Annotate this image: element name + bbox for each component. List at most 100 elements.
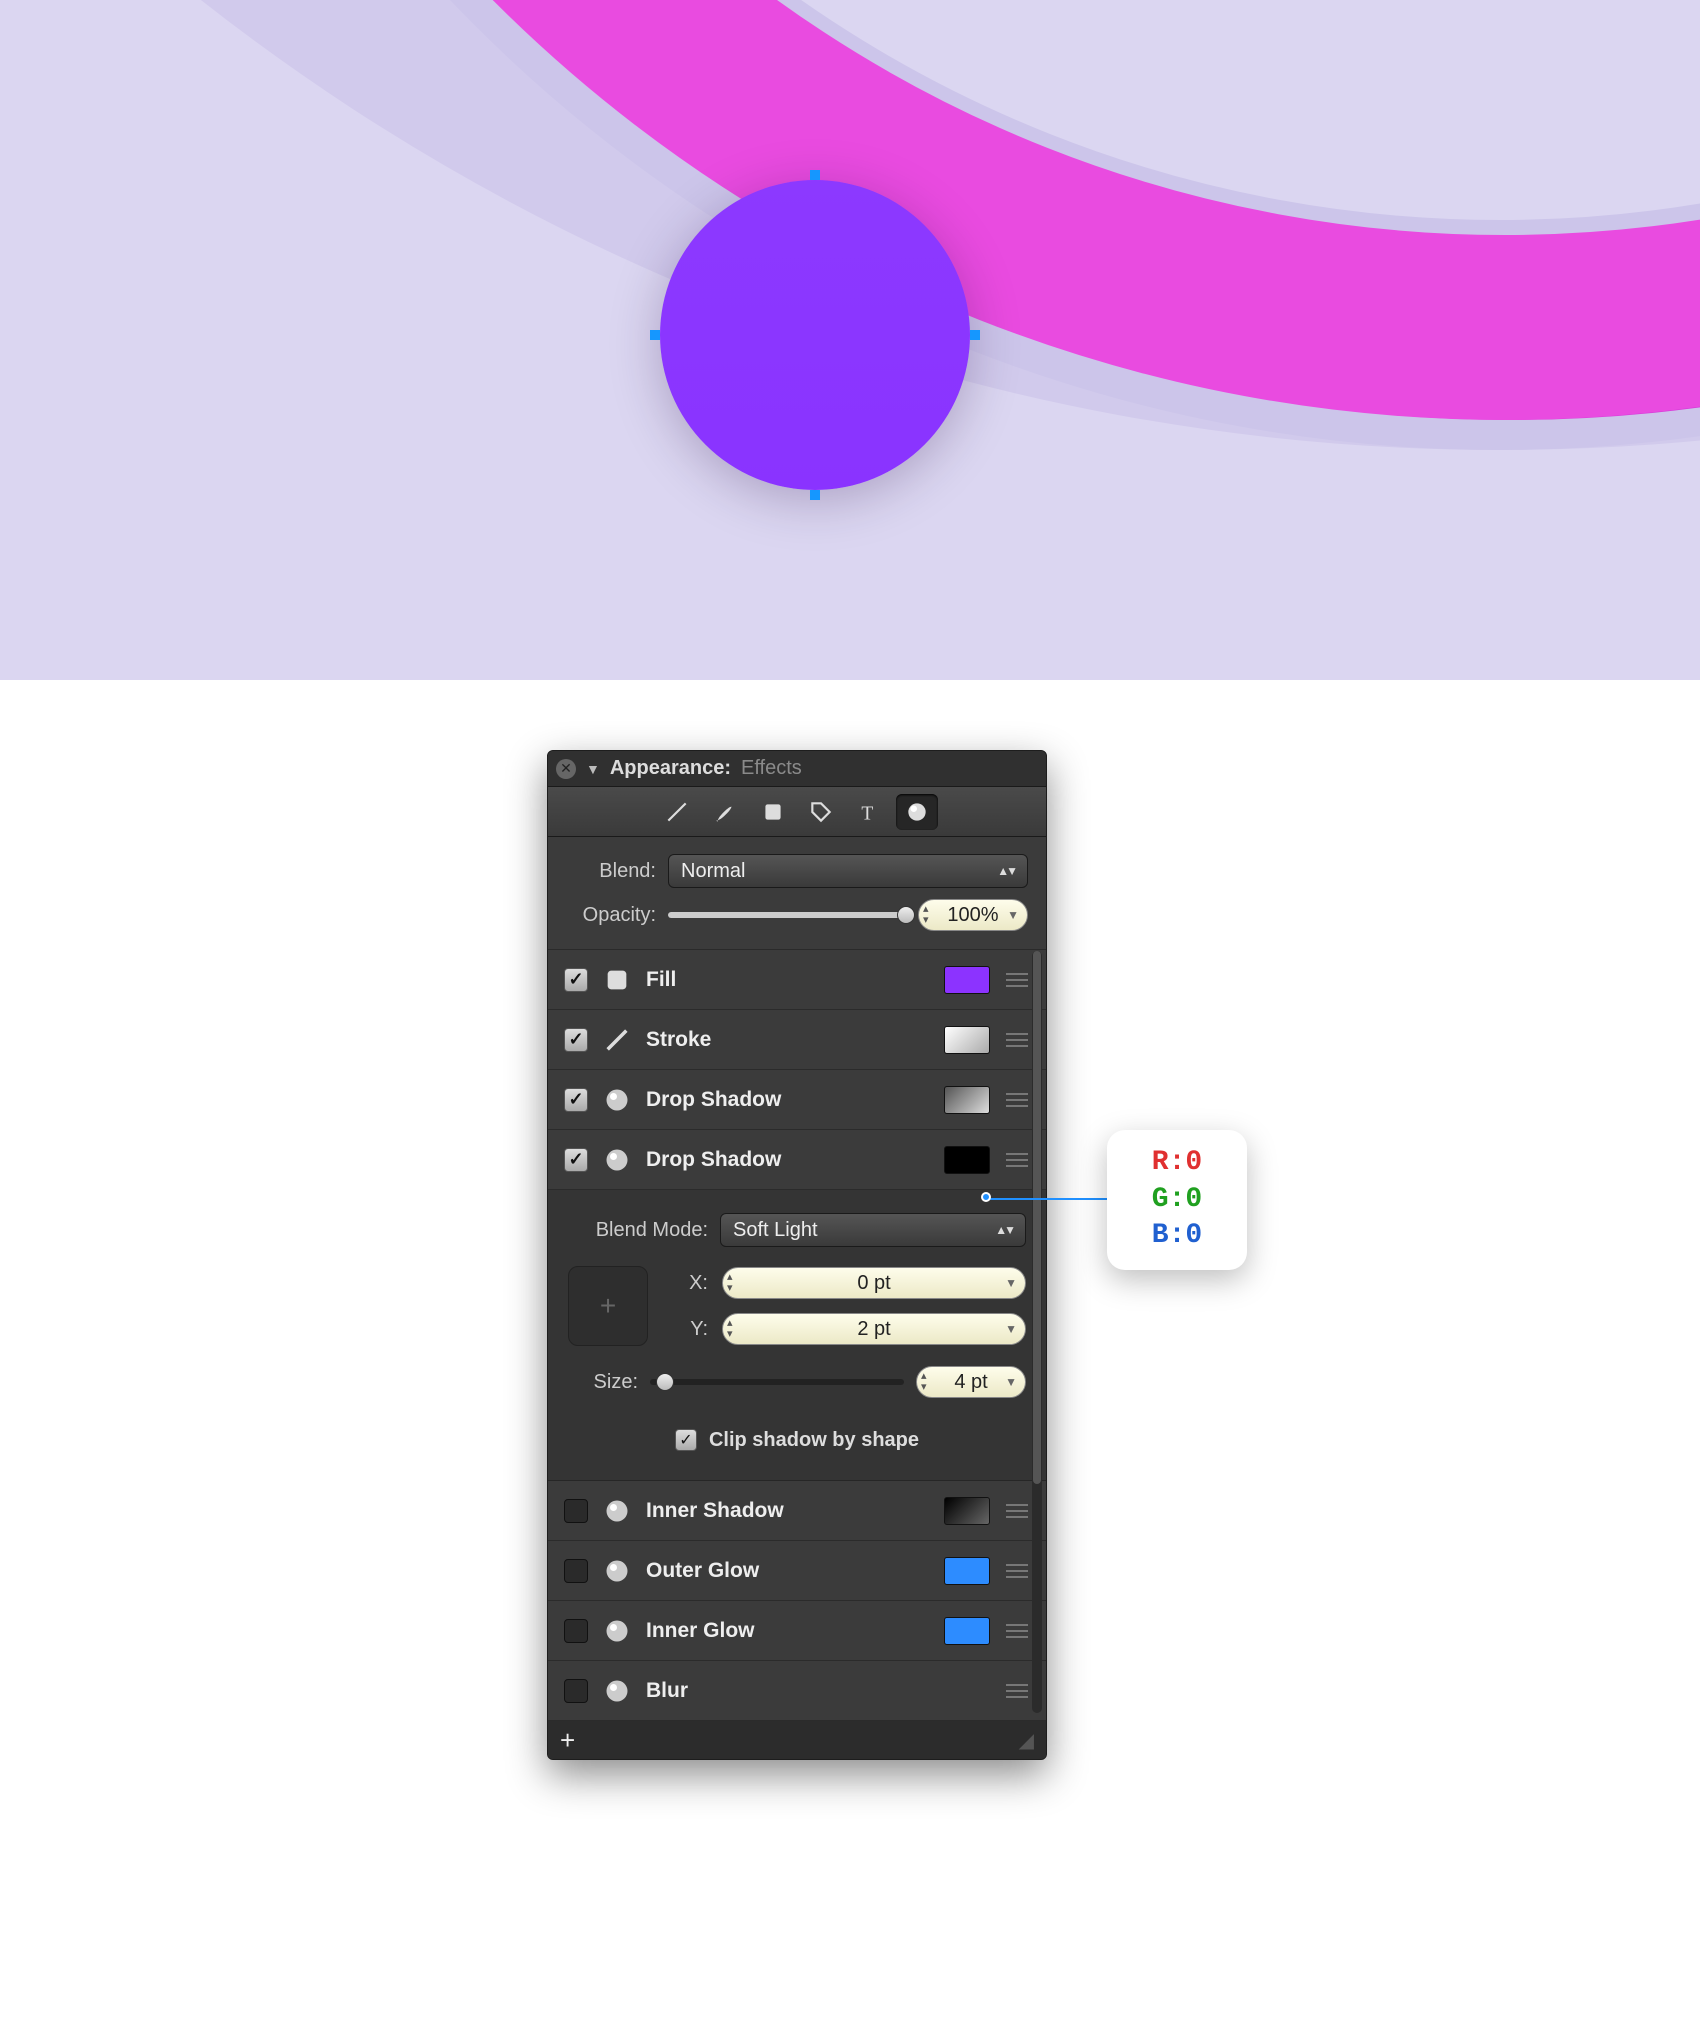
- tab-text[interactable]: T: [848, 794, 890, 830]
- scrollbar-thumb[interactable]: [1033, 951, 1041, 1484]
- inspector-tabs: T: [548, 787, 1046, 837]
- effect-color-swatch[interactable]: [944, 1146, 990, 1174]
- callout-line: [987, 1198, 1107, 1200]
- callout-g: G:0: [1152, 1182, 1202, 1218]
- panel-footer: + ◢: [548, 1721, 1046, 1759]
- effect-row-blur-7[interactable]: Blur: [548, 1661, 1046, 1721]
- effect-row-drop-shadow-2[interactable]: ✓ Drop Shadow: [548, 1070, 1046, 1130]
- drag-handle-icon[interactable]: [1004, 1504, 1030, 1518]
- tab-stroke[interactable]: [656, 794, 698, 830]
- drop-shadow-settings: Blend Mode: Soft Light ▲▼ + X: ▴▾ 0 pt ▼: [548, 1190, 1046, 1481]
- sphere-icon: [602, 1496, 632, 1526]
- selection-handle-s[interactable]: [810, 490, 820, 500]
- appearance-panel: ✕ ▼ Appearance: Effects T Blend: Normal …: [547, 750, 1047, 1760]
- shadow-preview-well[interactable]: +: [568, 1266, 648, 1346]
- effect-checkbox[interactable]: [564, 1559, 588, 1583]
- effect-color-swatch[interactable]: [944, 1086, 990, 1114]
- effect-name: Drop Shadow: [646, 1148, 930, 1172]
- blend-value: Normal: [681, 860, 745, 883]
- selection-box[interactable]: [655, 175, 975, 495]
- effect-row-inner-shadow-4[interactable]: Inner Shadow: [548, 1481, 1046, 1541]
- effect-name: Drop Shadow: [646, 1088, 930, 1112]
- resize-grip-icon[interactable]: ◢: [1019, 1728, 1034, 1753]
- blend-label: Blend:: [566, 860, 656, 883]
- effect-row-drop-shadow-3[interactable]: ✓ Drop Shadow: [548, 1130, 1046, 1190]
- sphere-icon: [602, 1556, 632, 1586]
- drag-handle-icon[interactable]: [1004, 1033, 1030, 1047]
- drag-handle-icon[interactable]: [1004, 1564, 1030, 1578]
- panel-titlebar[interactable]: ✕ ▼ Appearance: Effects: [548, 751, 1046, 787]
- rgb-callout: R:0 G:0 B:0: [1107, 1130, 1247, 1270]
- shadow-x-field[interactable]: ▴▾ 0 pt ▼: [722, 1267, 1026, 1299]
- size-field[interactable]: ▴▾ 4 pt ▼: [916, 1366, 1026, 1398]
- effect-row-fill-0[interactable]: ✓ Fill: [548, 950, 1046, 1010]
- design-canvas[interactable]: [0, 0, 1700, 680]
- opacity-field[interactable]: ▴▾ 100% ▼: [918, 899, 1028, 931]
- panel-title: Appearance:: [610, 757, 731, 780]
- opacity-slider[interactable]: [668, 912, 906, 918]
- effect-color-swatch[interactable]: [944, 1026, 990, 1054]
- effect-name: Inner Shadow: [646, 1499, 930, 1523]
- effect-color-swatch[interactable]: [944, 1497, 990, 1525]
- drag-handle-icon[interactable]: [1004, 1624, 1030, 1638]
- drag-handle-icon[interactable]: [1004, 973, 1030, 987]
- stroke-icon: [602, 1025, 632, 1055]
- callout-dot: [981, 1192, 991, 1202]
- panel-subtitle: Effects: [741, 757, 802, 780]
- effect-color-swatch[interactable]: [944, 1557, 990, 1585]
- effect-checkbox[interactable]: ✓: [564, 1028, 588, 1052]
- selection-handle-e[interactable]: [970, 330, 980, 340]
- opacity-knob[interactable]: [897, 906, 915, 924]
- shadow-x-label: X:: [662, 1272, 708, 1295]
- effect-color-swatch[interactable]: [944, 966, 990, 994]
- opacity-value: 100%: [947, 904, 998, 927]
- svg-text:T: T: [861, 803, 873, 824]
- tab-fill[interactable]: [752, 794, 794, 830]
- selection-handle-n[interactable]: [810, 170, 820, 180]
- effect-name: Outer Glow: [646, 1559, 930, 1583]
- shadow-y-field[interactable]: ▴▾ 2 pt ▼: [722, 1313, 1026, 1345]
- sphere-icon: [602, 1085, 632, 1115]
- tab-tag[interactable]: [800, 794, 842, 830]
- shadow-x-value: 0 pt: [857, 1272, 890, 1295]
- blendmode-select[interactable]: Soft Light ▲▼: [720, 1213, 1026, 1247]
- effect-name: Blur: [646, 1679, 930, 1703]
- effect-row-stroke-1[interactable]: ✓ Stroke: [548, 1010, 1046, 1070]
- sphere-icon: [602, 1676, 632, 1706]
- shadow-y-value: 2 pt: [857, 1318, 890, 1341]
- effect-row-inner-glow-6[interactable]: Inner Glow: [548, 1601, 1046, 1661]
- size-value: 4 pt: [954, 1371, 987, 1394]
- effect-checkbox[interactable]: [564, 1679, 588, 1703]
- drag-handle-icon[interactable]: [1004, 1684, 1030, 1698]
- effect-checkbox[interactable]: [564, 1499, 588, 1523]
- tab-brush[interactable]: [704, 794, 746, 830]
- clip-shadow-label: Clip shadow by shape: [709, 1429, 919, 1452]
- effect-checkbox[interactable]: ✓: [564, 968, 588, 992]
- size-slider[interactable]: [650, 1379, 904, 1385]
- add-effect-button[interactable]: +: [560, 1725, 575, 1756]
- effect-name: Stroke: [646, 1028, 930, 1052]
- select-arrows-icon: ▲▼: [995, 1223, 1013, 1237]
- blend-select[interactable]: Normal ▲▼: [668, 854, 1028, 888]
- size-knob[interactable]: [656, 1373, 674, 1391]
- shadow-y-label: Y:: [662, 1318, 708, 1341]
- close-icon[interactable]: ✕: [556, 759, 576, 779]
- effect-row-outer-glow-5[interactable]: Outer Glow: [548, 1541, 1046, 1601]
- tab-effects[interactable]: [896, 794, 938, 830]
- panel-scrollbar[interactable]: [1032, 951, 1042, 1713]
- effect-color-swatch[interactable]: [944, 1617, 990, 1645]
- drag-handle-icon[interactable]: [1004, 1093, 1030, 1107]
- selection-handle-w[interactable]: [650, 330, 660, 340]
- effect-checkbox[interactable]: ✓: [564, 1148, 588, 1172]
- effect-checkbox[interactable]: [564, 1619, 588, 1643]
- effect-name: Fill: [646, 968, 930, 992]
- callout-r: R:0: [1152, 1145, 1202, 1181]
- drag-handle-icon[interactable]: [1004, 1153, 1030, 1167]
- effect-checkbox[interactable]: ✓: [564, 1088, 588, 1112]
- blendmode-value: Soft Light: [733, 1219, 818, 1242]
- disclosure-icon[interactable]: ▼: [586, 761, 600, 777]
- sphere-icon: [602, 1616, 632, 1646]
- clip-shadow-checkbox[interactable]: ✓: [675, 1429, 697, 1451]
- select-arrows-icon: ▲▼: [997, 864, 1015, 878]
- opacity-label: Opacity:: [566, 904, 656, 927]
